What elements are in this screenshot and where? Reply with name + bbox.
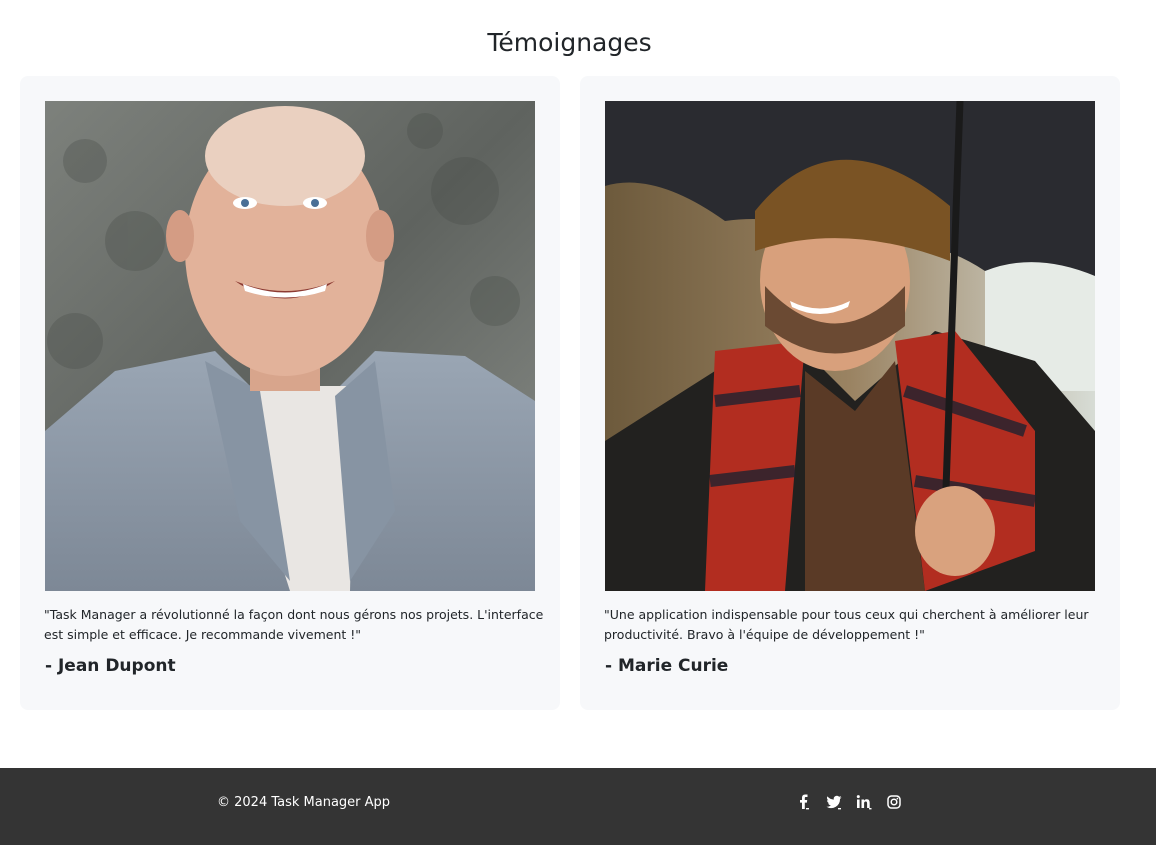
testimonial-card: "Task Manager a révolutionné la façon do… <box>20 76 560 710</box>
section-title: Témoignages <box>487 28 652 57</box>
testimonial-photo-marie <box>605 101 1095 591</box>
testimonial-quote: "Task Manager a révolutionné la façon do… <box>44 607 544 642</box>
twitter-icon[interactable] <box>826 794 842 810</box>
testimonials-grid: "Task Manager a révolutionné la façon do… <box>20 76 1120 710</box>
copyright-text: © 2024 Task Manager App <box>217 795 391 810</box>
testimonial-photo-jean <box>45 101 535 591</box>
testimonial-quote: "Une application indispensable pour tous… <box>604 607 1089 642</box>
linkedin-icon[interactable] <box>856 794 872 810</box>
testimonial-author: - Jean Dupont <box>45 656 176 676</box>
instagram-icon[interactable] <box>886 794 902 810</box>
testimonial-card: "Une application indispensable pour tous… <box>580 76 1120 710</box>
facebook-icon[interactable] <box>796 794 812 810</box>
testimonial-author: - Marie Curie <box>605 656 729 676</box>
social-links <box>796 794 902 810</box>
site-footer: © 2024 Task Manager App <box>0 768 1156 845</box>
